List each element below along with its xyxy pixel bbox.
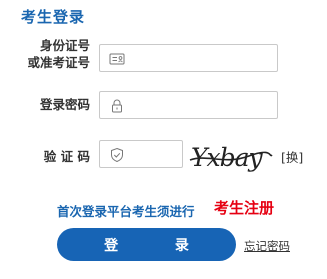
first-login-notice: 首次登录平台考生须进行 bbox=[57, 204, 195, 219]
password-input[interactable] bbox=[99, 91, 278, 119]
refresh-captcha-link[interactable]: [换] bbox=[281, 147, 303, 166]
id-number-label: 身份证号 或准考证号 bbox=[18, 37, 90, 71]
captcha-label: 验 证 码 bbox=[43, 149, 90, 164]
captcha-image[interactable]: Yxbay bbox=[189, 141, 273, 173]
id-card-icon bbox=[109, 53, 125, 65]
forgot-password-link[interactable]: 忘记密码 bbox=[244, 238, 290, 254]
password-label: 登录密码 bbox=[39, 97, 90, 112]
id-number-label-line2: 或准考证号 bbox=[27, 55, 90, 70]
register-link[interactable]: 考生注册 bbox=[214, 197, 274, 218]
id-number-input[interactable] bbox=[99, 44, 278, 72]
lock-icon bbox=[112, 99, 122, 113]
id-number-label-line1: 身份证号 bbox=[39, 38, 90, 53]
shield-check-icon bbox=[111, 147, 123, 163]
captcha-input[interactable] bbox=[99, 140, 183, 168]
login-button[interactable]: 登 录 bbox=[57, 228, 236, 261]
page-title: 考生登录 bbox=[21, 8, 86, 26]
